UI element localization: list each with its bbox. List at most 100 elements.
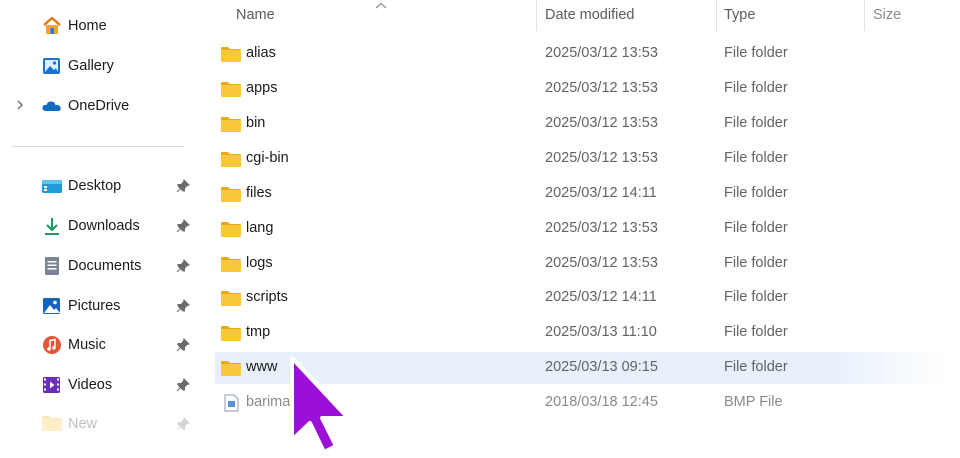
pin-icon[interactable] — [176, 179, 190, 193]
pin-icon[interactable] — [176, 259, 190, 273]
table-row[interactable]: logs 2025/03/12 13:53 File folder — [215, 248, 945, 280]
file-type: File folder — [724, 185, 788, 201]
table-row[interactable]: lang 2025/03/12 13:53 File folder — [215, 213, 945, 245]
desktop-icon — [41, 176, 63, 196]
file-date: 2025/03/12 14:11 — [545, 185, 657, 201]
pin-icon[interactable] — [176, 338, 190, 352]
videos-icon — [41, 375, 63, 395]
file-name: files — [246, 185, 272, 201]
file-name: cgi-bin — [246, 150, 289, 166]
mouse-pointer-icon — [286, 352, 356, 456]
sidebar-item-label: Gallery — [68, 58, 114, 74]
folder-icon — [220, 255, 242, 273]
folder-icon — [220, 150, 242, 168]
folder-icon — [220, 324, 242, 342]
table-row[interactable]: alias 2025/03/12 13:53 File folder — [215, 38, 945, 70]
file-type: BMP File — [724, 394, 783, 410]
folder-icon — [220, 185, 242, 203]
pin-icon[interactable] — [176, 299, 190, 313]
file-type: File folder — [724, 359, 788, 375]
file-type: File folder — [724, 150, 788, 166]
sidebar-item-label: Music — [68, 337, 106, 353]
column-header-name[interactable]: Name — [236, 7, 275, 23]
cloud-icon — [41, 96, 63, 116]
sidebar-item-downloads[interactable]: Downloads — [0, 209, 198, 243]
table-row[interactable]: scripts 2025/03/12 14:11 File folder — [215, 282, 945, 314]
sidebar-item-label: Videos — [68, 377, 113, 393]
folder-icon — [220, 359, 242, 377]
download-icon — [41, 216, 63, 236]
file-name: lang — [246, 220, 274, 236]
folder-icon — [220, 115, 242, 133]
sidebar-item-label: New — [68, 416, 98, 432]
table-row[interactable]: apps 2025/03/12 13:53 File folder — [215, 73, 945, 105]
sidebar-item-videos[interactable]: Videos — [0, 368, 198, 402]
file-name: bin — [246, 115, 266, 131]
sidebar-item-pictures[interactable]: Pictures — [0, 289, 198, 323]
sidebar-item-label: Downloads — [68, 218, 140, 234]
file-date: 2025/03/12 13:53 — [545, 45, 658, 61]
table-row[interactable]: tmp 2025/03/13 11:10 File folder — [215, 317, 945, 349]
pictures-icon — [41, 296, 63, 316]
file-type: File folder — [724, 324, 788, 340]
file-type: File folder — [724, 220, 788, 236]
sidebar-item-desktop[interactable]: Desktop — [0, 169, 198, 203]
folder-icon — [220, 45, 242, 63]
column-divider[interactable] — [864, 0, 865, 31]
sidebar-item-label: Home — [68, 18, 107, 34]
table-row[interactable]: cgi-bin 2025/03/12 13:53 File folder — [215, 143, 945, 175]
sidebar-item-gallery[interactable]: Gallery — [0, 49, 198, 83]
file-name: barima — [246, 394, 291, 410]
file-date: 2025/03/12 14:11 — [545, 289, 657, 305]
sidebar-item-label: Documents — [68, 258, 142, 274]
file-date: 2018/03/18 12:45 — [545, 394, 658, 410]
column-header-row: Name Date modified Type Size — [198, 0, 960, 32]
caret-up-icon — [374, 0, 388, 9]
folder-icon — [41, 414, 63, 434]
file-name: apps — [246, 80, 278, 96]
file-type: File folder — [724, 115, 788, 131]
folder-icon — [220, 220, 242, 238]
sidebar-item-label: Desktop — [68, 178, 122, 194]
file-name: alias — [246, 45, 276, 61]
file-name: scripts — [246, 289, 288, 305]
bmp-file-icon — [220, 394, 242, 412]
sidebar-divider — [12, 146, 184, 147]
column-divider[interactable] — [716, 0, 717, 31]
pin-icon[interactable] — [176, 219, 190, 233]
file-name: www — [246, 359, 278, 375]
navigation-pane: Home Gallery OneDrive Desktop Downloads … — [0, 0, 198, 458]
file-name: tmp — [246, 324, 271, 340]
column-header-size[interactable]: Size — [873, 7, 901, 23]
music-icon — [41, 335, 63, 355]
file-date: 2025/03/13 11:10 — [545, 324, 657, 340]
column-header-type[interactable]: Type — [724, 7, 755, 23]
file-type: File folder — [724, 255, 788, 271]
column-divider[interactable] — [536, 0, 537, 31]
sidebar-item-documents[interactable]: Documents — [0, 249, 198, 283]
file-date: 2025/03/12 13:53 — [545, 220, 658, 236]
home-icon — [41, 16, 63, 36]
sidebar-item-music[interactable]: Music — [0, 328, 198, 362]
sidebar-item-new[interactable]: New — [0, 407, 198, 441]
file-date: 2025/03/12 13:53 — [545, 150, 658, 166]
pin-icon[interactable] — [176, 378, 190, 392]
folder-icon — [220, 80, 242, 98]
folder-icon — [220, 289, 242, 307]
file-type: File folder — [724, 45, 788, 61]
file-date: 2025/03/12 13:53 — [545, 80, 658, 96]
table-row[interactable]: bin 2025/03/12 13:53 File folder — [215, 108, 945, 140]
document-icon — [41, 256, 63, 276]
file-date: 2025/03/12 13:53 — [545, 255, 658, 271]
file-name: logs — [246, 255, 273, 271]
table-row[interactable]: files 2025/03/12 14:11 File folder — [215, 178, 945, 210]
sidebar-item-home[interactable]: Home — [0, 9, 198, 43]
file-date: 2025/03/12 13:53 — [545, 115, 658, 131]
file-type: File folder — [724, 289, 788, 305]
file-type: File folder — [724, 80, 788, 96]
chevron-right-icon[interactable] — [15, 98, 29, 114]
gallery-icon — [41, 56, 63, 76]
pin-icon[interactable] — [176, 417, 190, 431]
column-header-date-modified[interactable]: Date modified — [545, 7, 634, 23]
sidebar-item-onedrive[interactable]: OneDrive — [0, 89, 198, 123]
